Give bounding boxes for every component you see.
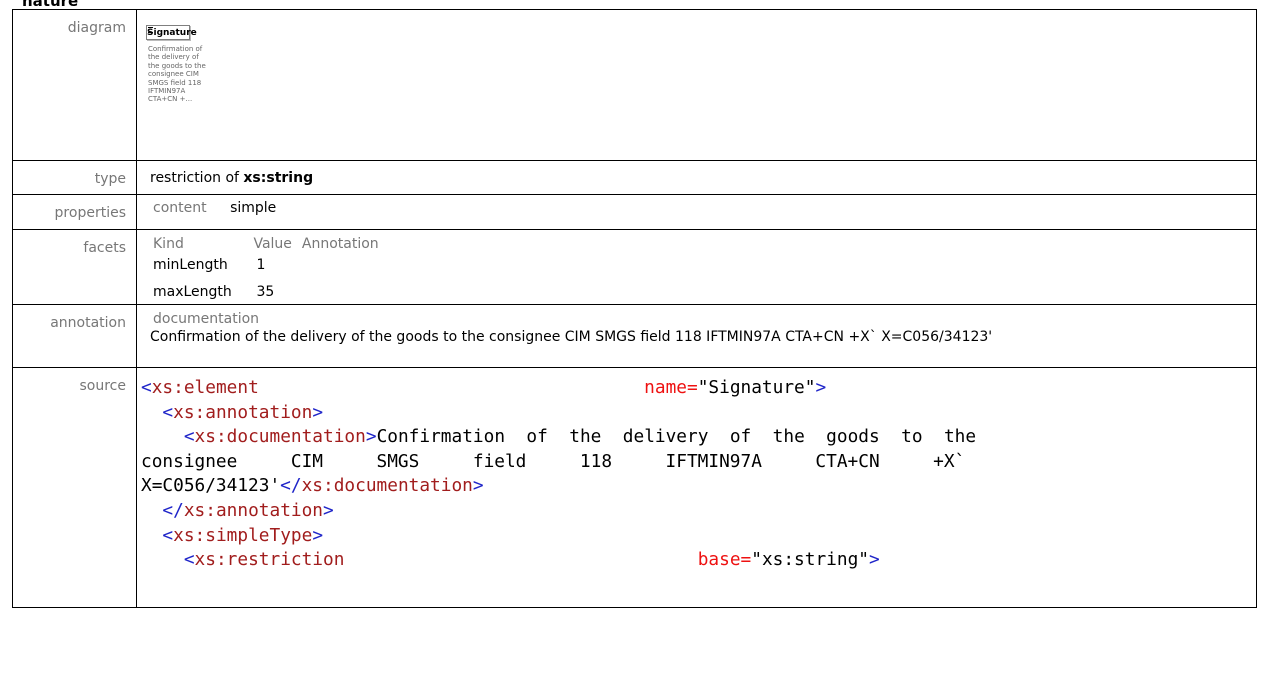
source-attr-value: "Signature": [697, 377, 816, 398]
facet-value: 35: [256, 284, 275, 300]
annotation-label: annotation: [12, 304, 137, 368]
source-attr-value: "xs:string": [751, 549, 869, 571]
properties-label: properties: [12, 194, 137, 230]
facet-kind: maxLength: [153, 284, 232, 300]
source-tag: xs:documentation: [301, 475, 473, 497]
facets-row: facets Kind Value Annotation minLength 1…: [12, 229, 1257, 305]
source-row: source <xs:element name="Signature"> <xs…: [12, 367, 1257, 608]
facets-label: facets: [12, 229, 137, 305]
element-properties-table: diagram Signature Confirmation of the de…: [12, 9, 1257, 608]
facet-row-maxlength: maxLength 35: [153, 284, 1256, 300]
source-tag: xs:annotation: [173, 401, 313, 423]
annotation-row: annotation documentation Confirmation of…: [12, 304, 1257, 368]
properties-cell: content simple: [136, 194, 1257, 230]
facet-row-minlength: minLength 1: [153, 257, 1256, 273]
source-text: Confirmation of the delivery of the good…: [376, 426, 977, 448]
source-tag: xs:simpleType: [173, 524, 313, 546]
facet-value: 1: [256, 257, 266, 273]
source-tag: xs:documentation: [194, 426, 366, 448]
element-diagram: Signature Confirmation of the delivery o…: [137, 10, 1256, 160]
annotation-key: documentation: [153, 311, 260, 327]
properties-key: content: [153, 200, 207, 216]
source-tag: xs:element: [151, 377, 259, 398]
source-text: consignee CIM SMGS field 118 IFTMIN97A C…: [141, 450, 966, 472]
source-cell: <xs:element name="Signature"> <xs:annota…: [136, 367, 1257, 608]
source-attr: base=: [697, 549, 752, 571]
type-row: type restriction of xs:string: [12, 160, 1257, 195]
diagram-label: diagram: [12, 9, 137, 161]
diagram-element-name: Signature: [147, 28, 197, 38]
facets-header-value: Value: [253, 236, 292, 252]
type-prefix: restriction of: [150, 170, 239, 186]
type-label: type: [12, 160, 137, 195]
diagram-documentation: Confirmation of the delivery of the good…: [148, 45, 206, 104]
facets-header: Kind Value Annotation: [153, 236, 1256, 252]
signature-element-box[interactable]: Signature: [146, 25, 197, 40]
source-tag: xs:restriction: [194, 549, 345, 571]
facet-kind: minLength: [153, 257, 228, 273]
facets-header-kind: Kind: [153, 236, 184, 252]
source-code: <xs:element name="Signature"> <xs:annota…: [141, 377, 977, 571]
annotation-cell: documentation Confirmation of the delive…: [136, 304, 1257, 368]
annotation-documentation: Confirmation of the delivery of the good…: [150, 329, 993, 345]
source-label: source: [12, 367, 137, 608]
facets-cell: Kind Value Annotation minLength 1 maxLen…: [136, 229, 1257, 305]
source-attr: name=: [644, 377, 698, 398]
properties-value: simple: [230, 200, 277, 216]
type-base-link[interactable]: xs:string: [243, 170, 313, 186]
source-tag: xs:annotation: [183, 499, 324, 521]
source-text: X=C056/34123': [141, 475, 281, 497]
facets-header-annotation: Annotation: [301, 236, 379, 252]
type-cell: restriction of xs:string: [136, 160, 1257, 195]
properties-row: properties content simple: [12, 194, 1257, 230]
diagram-cell: Signature Confirmation of the delivery o…: [136, 9, 1257, 161]
diagram-row: diagram Signature Confirmation of the de…: [12, 9, 1257, 161]
element-lines-icon: [148, 27, 153, 33]
